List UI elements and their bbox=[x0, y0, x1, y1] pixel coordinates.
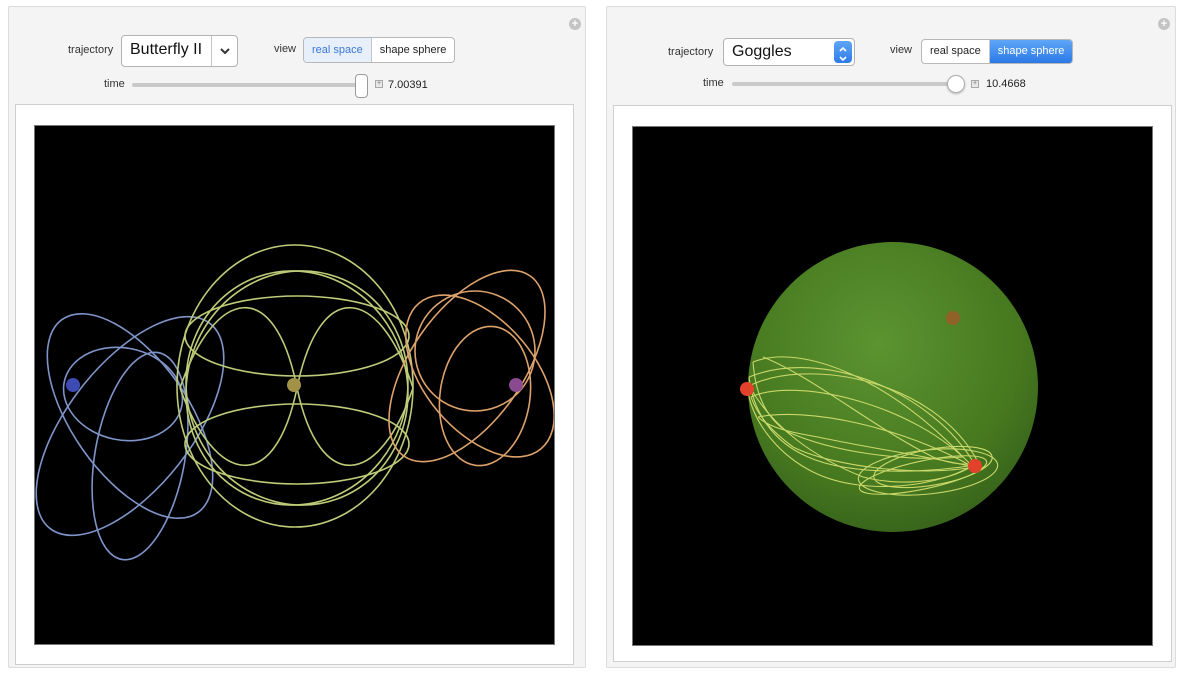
right-view-shape-sphere[interactable]: shape sphere bbox=[989, 40, 1073, 63]
left-time-expand-icon[interactable]: + bbox=[375, 80, 383, 88]
left-real-space-plot[interactable] bbox=[34, 125, 555, 645]
shape-sphere bbox=[748, 242, 1038, 532]
left-view-real-space[interactable]: real space bbox=[304, 38, 372, 62]
left-time-label: time bbox=[104, 78, 125, 90]
left-view-toggle[interactable]: real space shape sphere bbox=[303, 37, 456, 63]
right-time-slider[interactable] bbox=[732, 82, 964, 86]
right-time-slider-thumb[interactable] bbox=[947, 75, 965, 93]
left-expand-icon[interactable]: + bbox=[569, 18, 581, 30]
right-view-toggle[interactable]: real space shape sphere bbox=[921, 39, 1074, 64]
left-time-slider[interactable] bbox=[132, 83, 366, 87]
chevron-down-icon[interactable] bbox=[211, 36, 237, 66]
mass-red-right bbox=[968, 459, 982, 473]
left-trajectory-label: trajectory bbox=[68, 44, 114, 56]
left-trajectory-dropdown[interactable]: Butterfly II bbox=[121, 35, 238, 67]
mass-olive bbox=[287, 378, 301, 392]
right-manipulate-panel: + trajectory Goggles view real space sha… bbox=[606, 6, 1176, 668]
left-view-shape-sphere[interactable]: shape sphere bbox=[372, 38, 455, 62]
right-view-label: view bbox=[890, 44, 913, 56]
left-trajectory-value: Butterfly II bbox=[130, 41, 203, 58]
left-view-label: view bbox=[274, 43, 297, 55]
right-time-value: 10.4668 bbox=[986, 78, 1026, 90]
right-trajectory-value: Goggles bbox=[732, 43, 792, 60]
right-output-frame bbox=[613, 105, 1172, 662]
mass-blue bbox=[66, 378, 80, 392]
right-time-expand-icon[interactable]: + bbox=[971, 80, 979, 88]
sphere-graphic bbox=[740, 242, 1038, 532]
right-shape-sphere-plot[interactable] bbox=[632, 126, 1153, 646]
right-trajectory-dropdown[interactable]: Goggles bbox=[723, 38, 855, 66]
right-trajectory-label: trajectory bbox=[668, 46, 714, 58]
right-time-label: time bbox=[703, 77, 724, 89]
mass-red-left bbox=[740, 382, 754, 396]
orbit-graphic bbox=[35, 244, 555, 561]
chevron-updown-icon[interactable] bbox=[834, 41, 852, 63]
left-output-frame bbox=[15, 104, 574, 665]
right-view-real-space[interactable]: real space bbox=[922, 40, 990, 63]
mass-purple bbox=[509, 378, 523, 392]
left-time-slider-thumb[interactable] bbox=[355, 74, 368, 98]
left-manipulate-panel: + trajectory Butterfly II view real spac… bbox=[8, 6, 586, 668]
right-expand-icon[interactable]: + bbox=[1158, 18, 1170, 30]
left-time-value: 7.00391 bbox=[388, 79, 428, 91]
mass-red-back bbox=[946, 311, 960, 325]
